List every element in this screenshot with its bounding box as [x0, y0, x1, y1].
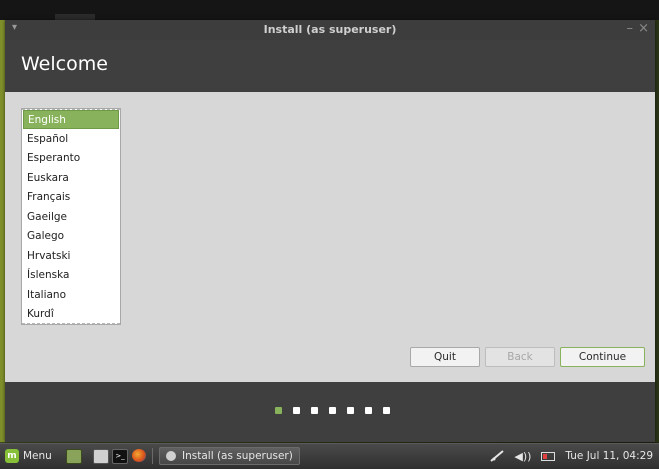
step-dot [275, 407, 282, 414]
step-dot [347, 407, 354, 414]
step-dot [311, 407, 318, 414]
firefox-icon[interactable] [132, 449, 146, 462]
language-item[interactable]: Italiano [23, 286, 119, 305]
window-titlebar[interactable]: ▾ Install (as superuser) – × [5, 20, 655, 40]
taskbar-window-label: Install (as superuser) [182, 450, 293, 462]
window-title: Install (as superuser) [263, 23, 397, 36]
volume-icon[interactable]: ◀)) [514, 450, 531, 463]
taskbar-separator [152, 448, 153, 464]
language-item[interactable]: Hrvatski [23, 247, 119, 266]
installer-window: ▾ Install (as superuser) – × Welcome Eng… [5, 20, 655, 442]
language-item[interactable]: Gaeilge [23, 208, 119, 227]
language-item[interactable]: Euskara [23, 169, 119, 188]
language-item[interactable]: English [23, 110, 119, 129]
installer-icon [166, 451, 176, 461]
show-desktop-icon[interactable] [66, 449, 82, 464]
taskbar-window-button[interactable]: Install (as superuser) [159, 447, 300, 465]
progress-footer [5, 382, 655, 442]
page-header: Welcome [5, 40, 655, 92]
network-icon[interactable] [490, 450, 505, 462]
language-item[interactable]: Kurdî [23, 305, 119, 324]
close-icon[interactable]: × [638, 21, 649, 36]
file-manager-icon[interactable] [93, 449, 109, 464]
menu-label: Menu [23, 450, 52, 462]
continue-button[interactable]: Continue [560, 347, 645, 367]
language-item[interactable]: Esperanto [23, 149, 119, 168]
step-dot [293, 407, 300, 414]
quit-button[interactable]: Quit [410, 347, 480, 367]
language-list[interactable]: English Español Esperanto Euskara Français Ga… [21, 108, 121, 325]
language-item[interactable]: Galego [23, 227, 119, 246]
language-item[interactable]: Español [23, 130, 119, 149]
step-dot [329, 407, 336, 414]
language-item[interactable]: Íslenska [23, 266, 119, 285]
mint-logo-icon: m [5, 449, 19, 463]
content-area: English Español Esperanto Euskara Français Ga… [5, 92, 655, 382]
taskbar: m Menu >_ Install (as superuser) ◀)) Tue… [0, 443, 659, 469]
minimize-icon[interactable]: – [627, 21, 634, 36]
clock[interactable]: Tue Jul 11, 04:29 [565, 450, 653, 462]
battery-icon[interactable] [541, 451, 556, 461]
terminal-icon[interactable]: >_ [112, 449, 128, 464]
language-item[interactable]: Français [23, 188, 119, 207]
desktop-top-bar [0, 0, 659, 20]
back-button[interactable]: Back [485, 347, 555, 367]
system-tray: ◀)) Tue Jul 11, 04:29 [490, 447, 653, 465]
step-dot [365, 407, 372, 414]
page-title: Welcome [21, 53, 108, 75]
menu-button[interactable]: m Menu [5, 447, 52, 465]
step-dot [383, 407, 390, 414]
